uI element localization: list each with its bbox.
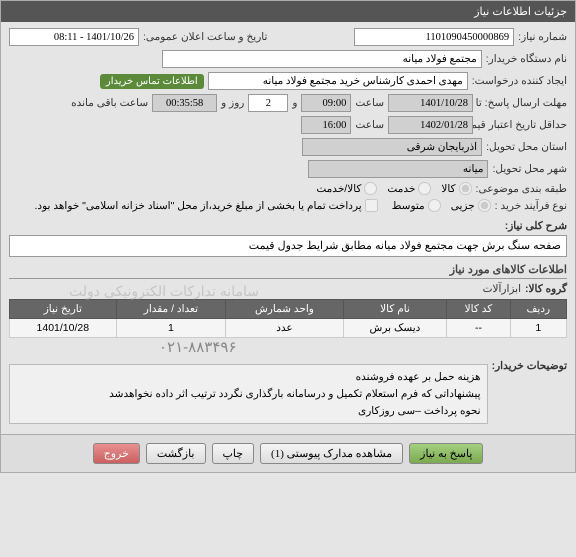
at-label-1: ساعت bbox=[355, 97, 384, 109]
watermark: سامانه تدارکات الکترونیکی دولت bbox=[69, 281, 259, 302]
group-label: گروه کالا: bbox=[525, 283, 567, 295]
purchase-type-label: نوع فرآیند خرید : bbox=[495, 200, 567, 212]
purchase-type-group: جزیی متوسط bbox=[392, 199, 491, 212]
table-cell: عدد bbox=[226, 319, 344, 338]
class-goods[interactable]: کالا bbox=[441, 182, 471, 195]
desc-label: شرح کلی نیاز: bbox=[9, 220, 567, 232]
days-and-label: روز و bbox=[221, 97, 244, 109]
panel-header: جزئیات اطلاعات نیاز bbox=[1, 1, 575, 22]
class-label: طبقه بندی موضوعی: bbox=[476, 183, 567, 195]
deadline-label: مهلت ارسال پاسخ: تا تاریخ: bbox=[477, 97, 567, 109]
need-details-panel: جزئیات اطلاعات نیاز شماره نیاز: تاریخ و … bbox=[0, 0, 576, 473]
back-button[interactable]: بازگشت bbox=[146, 443, 206, 464]
need-no-label: شماره نیاز: bbox=[518, 31, 567, 43]
table-header: نام کالا bbox=[343, 300, 447, 319]
deadline-time bbox=[301, 94, 351, 112]
announce-field bbox=[9, 28, 139, 46]
table-header: تعداد / مقدار bbox=[116, 300, 226, 319]
desc-value: صفحه سنگ برش جهت مجتمع فولاد میانه مطابق… bbox=[9, 235, 567, 257]
contact-info-link[interactable]: اطلاعات تماس خریدار bbox=[100, 74, 204, 89]
pt-minor[interactable]: جزیی bbox=[451, 199, 491, 212]
province-label: استان محل تحویل: bbox=[486, 141, 567, 153]
table-row[interactable]: 1--دیسک برشعدد11401/10/28 bbox=[10, 319, 567, 338]
items-table: ردیفکد کالانام کالاواحد شمارشتعداد / مقد… bbox=[9, 299, 567, 338]
table-cell: دیسک برش bbox=[343, 319, 447, 338]
pt-note-checkbox[interactable]: پرداخت تمام یا بخشی از مبلغ خرید،از محل … bbox=[35, 199, 378, 212]
and-label: و bbox=[292, 97, 297, 109]
reply-button[interactable]: پاسخ به نیاز bbox=[409, 443, 483, 464]
table-header: واحد شمارش bbox=[226, 300, 344, 319]
exit-button[interactable]: خروج bbox=[93, 443, 140, 464]
attachments-button[interactable]: مشاهده مدارک پیوستی (1) bbox=[260, 443, 403, 464]
pt-medium[interactable]: متوسط bbox=[392, 199, 441, 212]
table-header: کد کالا bbox=[447, 300, 510, 319]
at-label-2: ساعت bbox=[355, 119, 384, 131]
table-cell: -- bbox=[447, 319, 510, 338]
validity-date bbox=[388, 116, 473, 134]
form-body: شماره نیاز: تاریخ و ساعت اعلان عمومی: نا… bbox=[1, 22, 575, 434]
buyer-org-field bbox=[162, 50, 482, 68]
countdown bbox=[152, 94, 217, 112]
validity-time bbox=[301, 116, 351, 134]
table-header: تاریخ نیاز bbox=[10, 300, 117, 319]
need-no-field bbox=[354, 28, 514, 46]
cut-number: ۰۲۱-۸۸۳۴۹۶ bbox=[159, 338, 237, 356]
items-section-title: اطلاعات کالاهای مورد نیاز bbox=[9, 263, 567, 279]
class-radio-group: کالا خدمت کالا/خدمت bbox=[316, 182, 471, 195]
province-field bbox=[302, 138, 482, 156]
class-goods-service[interactable]: کالا/خدمت bbox=[316, 182, 377, 195]
deadline-date bbox=[388, 94, 473, 112]
announce-label: تاریخ و ساعت اعلان عمومی: bbox=[143, 31, 267, 43]
days-left bbox=[248, 94, 288, 112]
validity-label: حداقل تاریخ اعتبار قیمت: تا تاریخ: bbox=[477, 119, 567, 131]
table-cell: 1 bbox=[116, 319, 226, 338]
class-service[interactable]: خدمت bbox=[387, 182, 431, 195]
button-row: پاسخ به نیاز مشاهده مدارک پیوستی (1) چاپ… bbox=[1, 434, 575, 472]
buyer-notes-label: توضیحات خریدار: bbox=[492, 360, 567, 372]
group-value: ابزارآلات bbox=[483, 283, 521, 295]
creator-label: ایجاد کننده درخواست: bbox=[472, 75, 567, 87]
city-field bbox=[308, 160, 488, 178]
city-label: شهر محل تحویل: bbox=[492, 163, 567, 175]
creator-field bbox=[208, 72, 468, 90]
table-header: ردیف bbox=[510, 300, 566, 319]
table-cell: 1 bbox=[510, 319, 566, 338]
print-button[interactable]: چاپ bbox=[212, 443, 255, 464]
buyer-notes: هزینه حمل بر عهده فروشنده پیشنهاداتی که … bbox=[9, 364, 488, 424]
buyer-org-label: نام دستگاه خریدار: bbox=[486, 53, 567, 65]
remain-label: ساعت باقی مانده bbox=[71, 97, 148, 109]
table-cell: 1401/10/28 bbox=[10, 319, 117, 338]
